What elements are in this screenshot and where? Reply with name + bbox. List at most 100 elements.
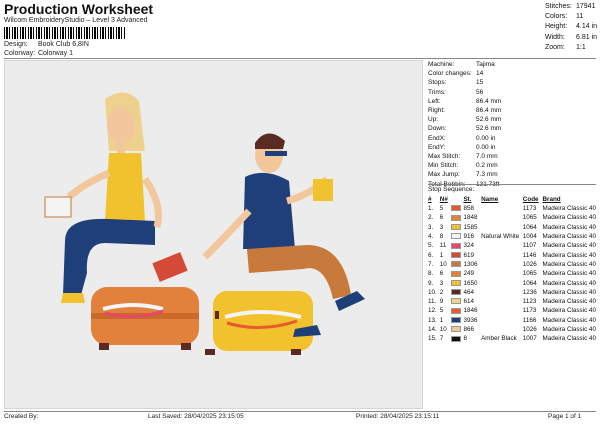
- seq-index: 13.: [428, 316, 437, 324]
- seq-brand: Madeira Classic 40: [542, 335, 596, 343]
- seq-stitches: 1585: [463, 223, 478, 231]
- page-number: Page 1 of 1: [548, 413, 582, 420]
- seq-stitches: 1848: [463, 214, 478, 222]
- stop-sequence: # N# St. Name Code Brand 1. 5 858 1173 Madei…: [428, 195, 598, 343]
- table-row: 3. 3 1585 1064 Madeira Classic 40: [428, 223, 598, 232]
- printed-date: Printed: 28/04/2025 23:15:11: [356, 413, 440, 420]
- stat-width: Width: 6.81 in: [545, 33, 598, 41]
- color-swatch: [451, 317, 462, 324]
- seq-name: Amber Black: [481, 335, 517, 343]
- seq-needle: 1: [439, 251, 444, 259]
- seq-index: 6.: [428, 251, 434, 259]
- seq-code: 1064: [522, 279, 537, 287]
- seq-code: 1107: [522, 242, 537, 250]
- prop-row: Down: 52.6 mm: [428, 125, 502, 133]
- prop-row: Max Stitch: 7.0 mm: [428, 153, 498, 161]
- seq-stitches: 1306: [463, 260, 478, 268]
- seq-swatch: [451, 250, 463, 259]
- seq-stitches: 8: [463, 335, 467, 343]
- right-suitcase: [205, 291, 313, 355]
- machine-properties: Machine: Tajima Color changes: 14 Stops: 15…: [428, 60, 501, 189]
- table-row: 7. 10 1306 1026 Madeira Classic 40: [428, 260, 598, 269]
- seq-brand: Madeira Classic 40: [542, 326, 596, 333]
- seq-needle: 6: [439, 214, 444, 222]
- prop-row: EndY: 0.00 in: [428, 143, 496, 151]
- header-divider: [4, 58, 596, 59]
- seq-name: [481, 306, 523, 315]
- col-header-needle: N#: [439, 196, 448, 203]
- design-value: Book Club 6,8IN: [37, 41, 89, 48]
- last-saved: Last Saved: 28/04/2025 23:15:05: [148, 413, 244, 420]
- seq-brand: Madeira Classic 40: [542, 298, 596, 306]
- prop-row: Color changes: 14: [428, 70, 484, 78]
- table-row: 15. 7 8 Amber Black 1007 Madeira Classic 40: [428, 334, 598, 343]
- colorway-label: Colorway:: [4, 50, 36, 57]
- color-swatch: [451, 298, 462, 305]
- seq-code: 1146: [522, 251, 537, 259]
- seq-stitches: 464: [463, 288, 474, 296]
- seq-stitches: 249: [463, 270, 474, 278]
- seq-needle: 3: [439, 223, 444, 231]
- embroidery-artwork: [44, 92, 365, 355]
- table-header-row: # N# St. Name Code Brand: [428, 195, 598, 204]
- seq-brand: Madeira Classic 40: [542, 233, 596, 241]
- seq-brand: Madeira Classic 40: [542, 223, 596, 231]
- color-swatch: [451, 307, 462, 314]
- seq-swatch: [451, 241, 463, 250]
- color-swatch: [451, 242, 462, 249]
- design-stats: Stitches: 17941 Colors: 11 Height: 4.14 in …: [545, 2, 597, 53]
- design-preview[interactable]: [4, 60, 423, 409]
- col-header-name: Name: [481, 196, 499, 203]
- seq-index: 10.: [428, 288, 437, 296]
- seq-name: [481, 241, 523, 250]
- color-swatch: [451, 326, 462, 333]
- seq-code: 1065: [522, 214, 537, 222]
- seq-stitches: 858: [463, 205, 474, 213]
- seq-stitches: 3936: [463, 316, 478, 324]
- seq-needle: 2: [439, 288, 444, 296]
- seq-index: 14.: [428, 326, 437, 333]
- seq-brand: Madeira Classic 40: [542, 242, 596, 250]
- prop-row: Up: 52.6 mm: [428, 116, 502, 124]
- seq-needle: 9: [439, 298, 444, 306]
- seq-brand: Madeira Classic 40: [542, 214, 596, 222]
- table-row: 11. 9 614 1123 Madeira Classic 40: [428, 297, 598, 306]
- stop-sequence-table: # N# St. Name Code Brand 1. 5 858 1173 Madei…: [428, 195, 598, 343]
- seq-index: 3.: [428, 223, 434, 231]
- table-row: 8. 6 249 1065 Madeira Classic 40: [428, 269, 598, 278]
- seq-swatch: [451, 269, 463, 278]
- seq-stitches: 619: [463, 251, 474, 259]
- stat-stitches: Stitches: 17941: [545, 3, 596, 10]
- seq-needle: 3: [439, 279, 444, 287]
- seq-index: 11.: [428, 298, 437, 306]
- software-subtitle: Wilcom EmbroideryStudio – Level 3 Advanc…: [4, 17, 148, 24]
- color-swatch: [451, 224, 462, 231]
- seq-swatch: [451, 232, 463, 241]
- table-row: 4. 8 916 Natural White 1004 Madeira Classic 4…: [428, 232, 598, 241]
- seq-name: [481, 297, 523, 306]
- seq-index: 2.: [428, 214, 434, 222]
- seq-name: [481, 260, 523, 269]
- seq-swatch: [451, 306, 463, 315]
- seq-needle: 7: [439, 335, 444, 343]
- design-row: Design: Book Club 6,8IN: [4, 41, 89, 48]
- seq-brand: Madeira Classic 40: [542, 288, 596, 296]
- seq-stitches: 324: [463, 242, 474, 250]
- seq-code: 1173: [522, 205, 537, 213]
- seq-swatch: [451, 334, 463, 343]
- seq-index: 8.: [428, 270, 434, 278]
- seq-name: [481, 223, 523, 232]
- seq-code: 1026: [522, 260, 537, 268]
- seq-brand: Madeira Classic 40: [542, 316, 596, 324]
- seq-code: 1007: [522, 335, 537, 343]
- seq-code: 1064: [522, 223, 537, 231]
- barcode: [4, 27, 126, 39]
- seq-name: [481, 269, 523, 278]
- seq-index: 9.: [428, 279, 434, 287]
- prop-row: Left: 86.4 mm: [428, 97, 502, 105]
- color-swatch: [451, 270, 462, 277]
- table-row: 6. 1 619 1146 Madeira Classic 40: [428, 250, 598, 259]
- seq-swatch: [451, 297, 463, 306]
- seq-needle: 6: [439, 270, 444, 278]
- seq-name: [481, 325, 523, 334]
